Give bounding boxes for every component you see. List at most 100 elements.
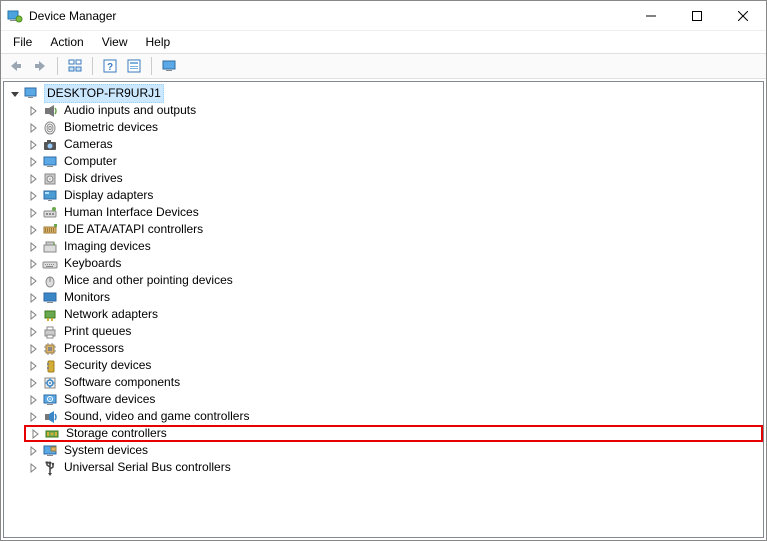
tree-node-label: Audio inputs and outputs xyxy=(62,102,198,119)
expander-closed-icon[interactable] xyxy=(26,172,40,186)
expander-open-icon[interactable] xyxy=(8,86,22,100)
monitor-icon xyxy=(161,58,177,74)
cpu-icon xyxy=(42,341,58,357)
ide-icon xyxy=(42,222,58,238)
expander-closed-icon[interactable] xyxy=(26,410,40,424)
tree-node[interactable]: Processors xyxy=(24,340,763,357)
toolbar-forward-button[interactable] xyxy=(29,55,51,77)
expander-closed-icon[interactable] xyxy=(26,240,40,254)
mouse-icon xyxy=(42,273,58,289)
tree-node[interactable]: Imaging devices xyxy=(24,238,763,255)
security-icon xyxy=(42,358,58,374)
hid-icon xyxy=(42,205,58,221)
storage-icon xyxy=(44,426,60,442)
toolbar-help-button[interactable]: ? xyxy=(99,55,121,77)
tree-node[interactable]: Computer xyxy=(24,153,763,170)
minimize-button[interactable] xyxy=(628,1,674,31)
tree-node-label: Security devices xyxy=(62,357,153,374)
tree-node[interactable]: Audio inputs and outputs xyxy=(24,102,763,119)
tree-node-label: Human Interface Devices xyxy=(62,204,201,221)
expander-closed-icon[interactable] xyxy=(26,393,40,407)
maximize-button[interactable] xyxy=(674,1,720,31)
expander-closed-icon[interactable] xyxy=(26,274,40,288)
tree-root-label: DESKTOP-FR9URJ1 xyxy=(44,84,164,103)
sound-icon xyxy=(42,409,58,425)
device-tree[interactable]: DESKTOP-FR9URJ1 Audio inputs and outputs… xyxy=(3,81,764,538)
tree-node-label: Universal Serial Bus controllers xyxy=(62,459,233,476)
network-icon xyxy=(42,307,58,323)
expander-closed-icon[interactable] xyxy=(26,359,40,373)
menu-help[interactable]: Help xyxy=(138,33,179,51)
expander-closed-icon[interactable] xyxy=(28,427,42,441)
tree-node-label: IDE ATA/ATAPI controllers xyxy=(62,221,205,238)
tree-node[interactable]: Print queues xyxy=(24,323,763,340)
expander-closed-icon[interactable] xyxy=(26,461,40,475)
toolbar-properties-button[interactable] xyxy=(123,55,145,77)
menu-file[interactable]: File xyxy=(5,33,40,51)
svg-text:?: ? xyxy=(107,62,113,73)
tree-node-label: Storage controllers xyxy=(64,425,169,442)
tree-node[interactable]: Universal Serial Bus controllers xyxy=(24,459,763,476)
expander-closed-icon[interactable] xyxy=(26,223,40,237)
expander-closed-icon[interactable] xyxy=(26,206,40,220)
tree-node[interactable]: Monitors xyxy=(24,289,763,306)
imaging-icon xyxy=(42,239,58,255)
tree-node-label: Sound, video and game controllers xyxy=(62,408,251,425)
close-button[interactable] xyxy=(720,1,766,31)
expander-closed-icon[interactable] xyxy=(26,138,40,152)
expander-closed-icon[interactable] xyxy=(26,376,40,390)
swcomp-icon xyxy=(42,375,58,391)
tree-node[interactable]: IDE ATA/ATAPI controllers xyxy=(24,221,763,238)
expander-closed-icon[interactable] xyxy=(26,342,40,356)
tree-node[interactable]: Disk drives xyxy=(24,170,763,187)
expander-closed-icon[interactable] xyxy=(26,308,40,322)
camera-icon xyxy=(42,137,58,153)
tree-node-label: Imaging devices xyxy=(62,238,153,255)
menu-action[interactable]: Action xyxy=(42,33,91,51)
menu-view[interactable]: View xyxy=(94,33,136,51)
tree-node[interactable]: Biometric devices xyxy=(24,119,763,136)
tree-node[interactable]: Mice and other pointing devices xyxy=(24,272,763,289)
expander-closed-icon[interactable] xyxy=(26,121,40,135)
menubar: File Action View Help xyxy=(1,31,766,53)
toolbar-back-button[interactable] xyxy=(5,55,27,77)
tree-node-label: Mice and other pointing devices xyxy=(62,272,235,289)
tree-node[interactable]: Keyboards xyxy=(24,255,763,272)
help-icon: ? xyxy=(102,58,118,74)
window-title: Device Manager xyxy=(29,9,628,23)
tree-node-label: Keyboards xyxy=(62,255,123,272)
tree-node[interactable]: Software devices xyxy=(24,391,763,408)
tree-node[interactable]: Software components xyxy=(24,374,763,391)
expander-closed-icon[interactable] xyxy=(26,291,40,305)
tree-node-label: Print queues xyxy=(62,323,133,340)
toolbar-show-hidden-button[interactable] xyxy=(64,55,86,77)
swdev-icon xyxy=(42,392,58,408)
tree-node-label: Processors xyxy=(62,340,126,357)
tree-node[interactable]: Human Interface Devices xyxy=(24,204,763,221)
properties-icon xyxy=(126,58,142,74)
expander-closed-icon[interactable] xyxy=(26,444,40,458)
tree-root-node[interactable]: DESKTOP-FR9URJ1 xyxy=(6,84,763,102)
tree-node-label: Monitors xyxy=(62,289,112,306)
tree-node-label: Software devices xyxy=(62,391,157,408)
expander-closed-icon[interactable] xyxy=(26,189,40,203)
expander-closed-icon[interactable] xyxy=(26,325,40,339)
expander-closed-icon[interactable] xyxy=(26,257,40,271)
tree-node-label: Biometric devices xyxy=(62,119,160,136)
tree-node[interactable]: Security devices xyxy=(24,357,763,374)
arrow-left-icon xyxy=(8,59,24,73)
expander-closed-icon[interactable] xyxy=(26,155,40,169)
fingerprint-icon xyxy=(42,120,58,136)
expander-closed-icon[interactable] xyxy=(26,104,40,118)
tree-node[interactable]: Storage controllers xyxy=(24,425,763,442)
tree-node[interactable]: Network adapters xyxy=(24,306,763,323)
tree-node[interactable]: Sound, video and game controllers xyxy=(24,408,763,425)
monitor2-icon xyxy=(42,290,58,306)
tree-node-label: System devices xyxy=(62,442,150,459)
tree-node[interactable]: System devices xyxy=(24,442,763,459)
printer-icon xyxy=(42,324,58,340)
toolbar-scan-button[interactable] xyxy=(158,55,180,77)
window-controls xyxy=(628,1,766,30)
tree-node[interactable]: Display adapters xyxy=(24,187,763,204)
tree-node[interactable]: Cameras xyxy=(24,136,763,153)
